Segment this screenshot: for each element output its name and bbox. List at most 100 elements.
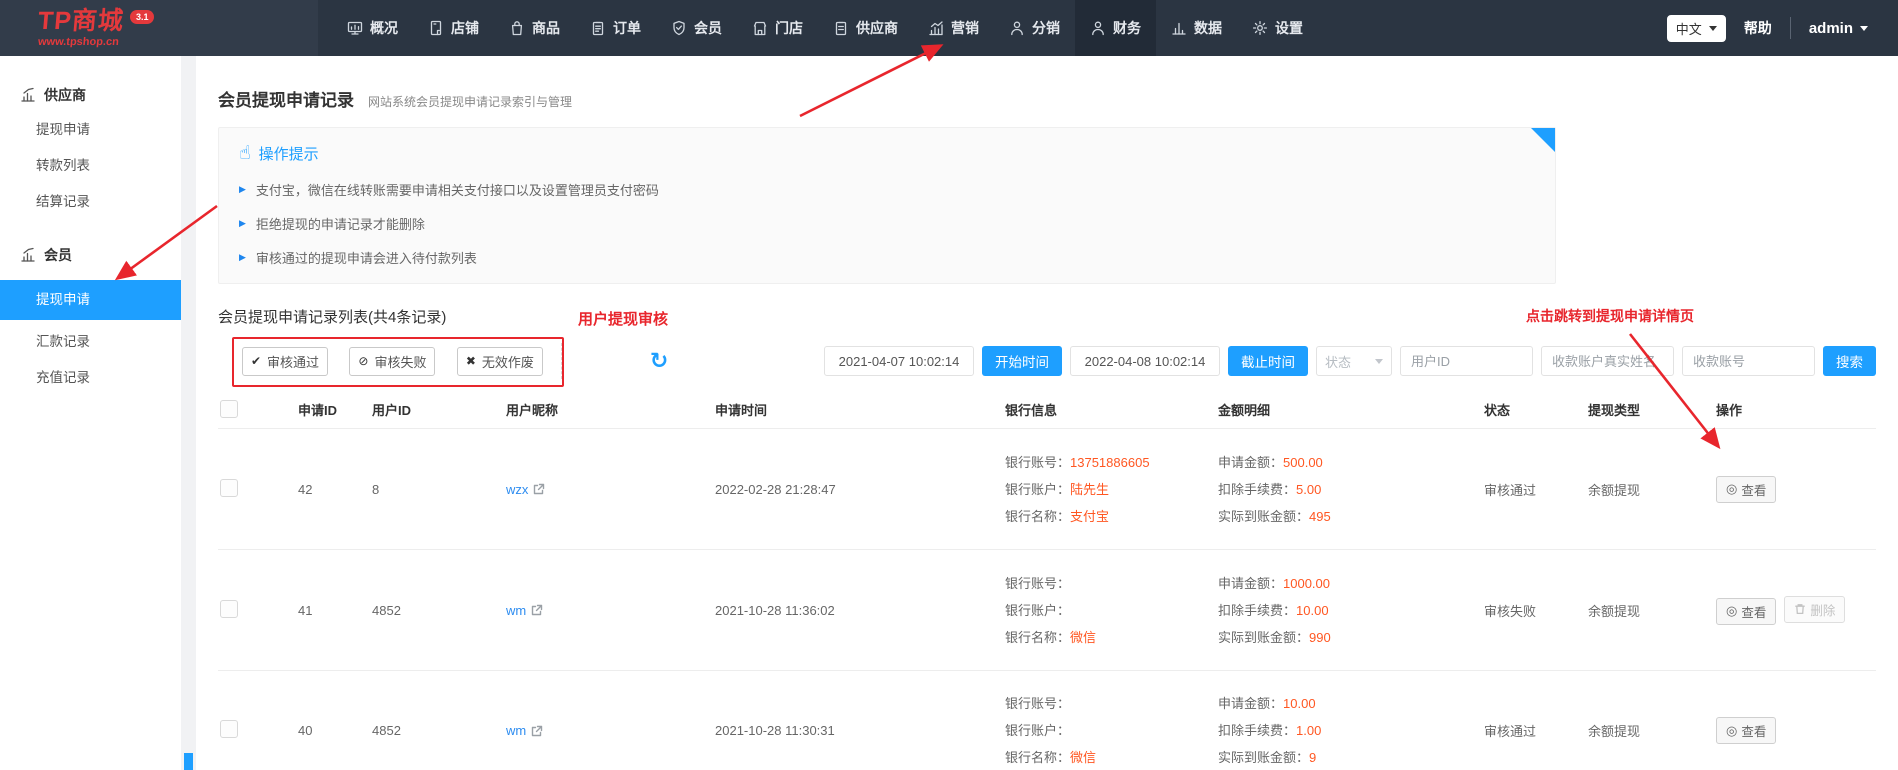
sidebar-item-member-withdraw[interactable]: 提现申请 [0,280,181,320]
sidebar-item-transfer-list[interactable]: 转款列表 [0,148,181,184]
col-apply-id: 申请ID [298,400,372,419]
delete-label: 删除 [1810,600,1835,619]
nickname-link[interactable]: wzx [506,482,545,497]
external-link-icon [531,725,543,737]
fee-value: 10.00 [1296,603,1329,618]
nav-item-data[interactable]: 数据 [1156,0,1237,56]
marketing-icon [928,20,944,36]
start-time-input[interactable] [824,346,974,376]
view-button[interactable]: ◎查看 [1716,476,1776,503]
member-icon [671,20,687,36]
nav-label: 商品 [532,18,560,38]
nav-item-goods[interactable]: 商品 [494,0,575,56]
col-operation: 操作 [1716,400,1876,419]
actual-amount-label: 实际到账金额： [1218,630,1309,645]
invalid-button[interactable]: ✖ 无效作废 [457,347,543,376]
search-button[interactable]: 搜索 [1823,346,1876,376]
fee-label: 扣除手续费： [1218,482,1296,497]
actual-amount-label: 实际到账金额： [1218,750,1309,765]
sidebar-item-supplier-withdraw[interactable]: 提现申请 [0,112,181,148]
navbar-right: 中文 帮助 admin [1667,0,1898,56]
cross-icon: ✖ [466,354,476,368]
reject-button[interactable]: ⊘ 审核失败 [349,347,435,376]
real-name-input[interactable] [1541,346,1674,376]
row-checkbox[interactable] [220,600,238,618]
cell-user-id: 4852 [372,723,506,738]
withdraw-table: 申请ID 用户ID 用户昵称 申请时间 银行信息 金额明细 状态 提现类型 操作… [218,390,1876,770]
col-type: 提现类型 [1588,400,1716,419]
bank-user-label: 银行账户： [1005,603,1070,618]
shop-icon [428,20,444,36]
delete-button[interactable]: 删除 [1784,596,1845,623]
account-input[interactable] [1682,346,1815,376]
nickname-text: wm [506,603,526,618]
select-all-checkbox[interactable] [220,400,238,418]
scrollbar-thumb[interactable] [184,753,193,770]
cell-apply-id: 40 [298,723,372,738]
bullet-icon: ▶ [239,252,246,263]
bullet-icon: ▶ [239,218,246,229]
view-button[interactable]: ◎查看 [1716,717,1776,744]
tips-collapse-fold-icon[interactable] [1531,128,1555,152]
main-menu: 概况 店铺 商品 订单 会员 门店 [332,0,1318,56]
nav-item-settings[interactable]: 设置 [1237,0,1318,56]
main-content: 会员提现申请记录 网站系统会员提现申请记录索引与管理 ☝ 操作提示 ▶支付宝，微… [196,56,1898,770]
distribution-icon [1009,20,1025,36]
tip-text: 审核通过的提现申请会进入待付款列表 [256,248,477,267]
nickname-link[interactable]: wm [506,603,543,618]
cell-apply-time: 2021-10-28 11:30:31 [715,723,1005,738]
nav-item-order[interactable]: 订单 [575,0,656,56]
end-time-button[interactable]: 截止时间 [1228,346,1308,376]
username: admin [1809,20,1853,37]
sidebar-section-supplier[interactable]: 供应商 [0,78,181,112]
bank-no-label: 银行账号： [1005,576,1070,591]
store-icon [752,20,768,36]
nickname-text: wm [506,723,526,738]
page-title: 会员提现申请记录 [218,86,354,111]
order-icon [590,20,606,36]
brand-name: TP商城 [37,9,125,34]
actual-amount-label: 实际到账金额： [1218,509,1309,524]
brand-logo[interactable]: TP商城 3.1 www.tpshop.cn [0,0,318,56]
apply-amount-value: 10.00 [1283,696,1316,711]
nickname-link[interactable]: wm [506,723,543,738]
language-select[interactable]: 中文 [1667,15,1726,42]
user-menu[interactable]: admin [1809,20,1868,37]
nav-item-marketing[interactable]: 营销 [913,0,994,56]
audit-button-group: ✔ 审核通过 ⊘ 审核失败 ✖ 无效作废 [242,347,543,376]
bank-no-value: 13751886605 [1070,455,1150,470]
row-checkbox[interactable] [220,479,238,497]
nav-item-member[interactable]: 会员 [656,0,737,56]
end-time-input[interactable] [1070,346,1220,376]
cell-operation: ◎查看 [1716,717,1876,744]
nav-item-overview[interactable]: 概况 [332,0,413,56]
tip-text: 支付宝，微信在线转账需要申请相关支付接口以及设置管理员支付密码 [256,180,659,199]
sidebar-section-member[interactable]: 会员 [0,238,181,272]
start-time-button[interactable]: 开始时间 [982,346,1062,376]
approve-label: 审核通过 [267,352,319,371]
chart-icon [20,87,36,103]
nav-item-distribution[interactable]: 分销 [994,0,1075,56]
nav-item-store[interactable]: 门店 [737,0,818,56]
sidebar-item-remittance[interactable]: 汇款记录 [0,324,181,360]
nav-label: 数据 [1194,18,1222,38]
cell-type: 余额提现 [1588,480,1716,499]
sidebar-item-recharge[interactable]: 充值记录 [0,360,181,396]
nav-item-finance[interactable]: 财务 [1075,0,1156,56]
bullet-icon: ▶ [239,184,246,195]
user-id-input[interactable] [1400,346,1533,376]
status-select[interactable]: 状态 [1316,346,1392,376]
approve-button[interactable]: ✔ 审核通过 [242,347,328,376]
sidebar-item-settlement[interactable]: 结算记录 [0,184,181,220]
refresh-icon[interactable]: ↻ [650,350,668,372]
cell-status: 审核失败 [1484,601,1588,620]
view-button[interactable]: ◎查看 [1716,598,1776,625]
row-checkbox[interactable] [220,720,238,738]
col-status: 状态 [1484,400,1588,419]
apply-amount-value: 1000.00 [1283,576,1330,591]
overview-icon [347,20,363,36]
cell-amount-detail: 申请金额：500.00 扣除手续费：5.00 实际到账金额：495 [1218,449,1484,530]
help-link[interactable]: 帮助 [1744,18,1772,38]
nav-item-supplier[interactable]: 供应商 [818,0,913,56]
nav-item-shop[interactable]: 店铺 [413,0,494,56]
